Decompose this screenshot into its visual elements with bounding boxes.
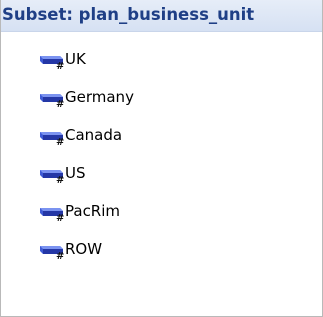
list-item[interactable]: # ROW (39, 238, 102, 262)
list-item[interactable]: # PacRim (39, 200, 120, 224)
subset-title: Subset: plan_business_unit (1, 0, 322, 32)
list-item-label: PacRim (65, 201, 121, 220)
consolidated-element-icon: # (39, 240, 67, 262)
list-item-label: Germany (65, 87, 134, 106)
list-item[interactable]: # Germany (39, 86, 134, 110)
list-item-label: US (65, 163, 86, 182)
svg-text:#: # (56, 61, 64, 70)
subset-panel: Subset: plan_business_unit # UK # Germany # C… (0, 0, 323, 317)
svg-text:#: # (56, 99, 64, 108)
list-item[interactable]: # Canada (39, 124, 122, 148)
consolidated-element-icon: # (39, 50, 67, 72)
svg-text:#: # (56, 251, 64, 260)
list-item[interactable]: # US (39, 162, 86, 186)
list-item-label: ROW (65, 239, 103, 258)
consolidated-element-icon: # (39, 88, 67, 110)
svg-text:#: # (56, 213, 64, 222)
consolidated-element-icon: # (39, 202, 67, 224)
svg-text:#: # (56, 137, 64, 146)
list-item-label: UK (65, 49, 86, 68)
consolidated-element-icon: # (39, 126, 67, 148)
list-item-label: Canada (65, 125, 123, 144)
consolidated-element-icon: # (39, 164, 67, 186)
svg-text:#: # (56, 175, 64, 184)
list-item[interactable]: # UK (39, 48, 86, 72)
